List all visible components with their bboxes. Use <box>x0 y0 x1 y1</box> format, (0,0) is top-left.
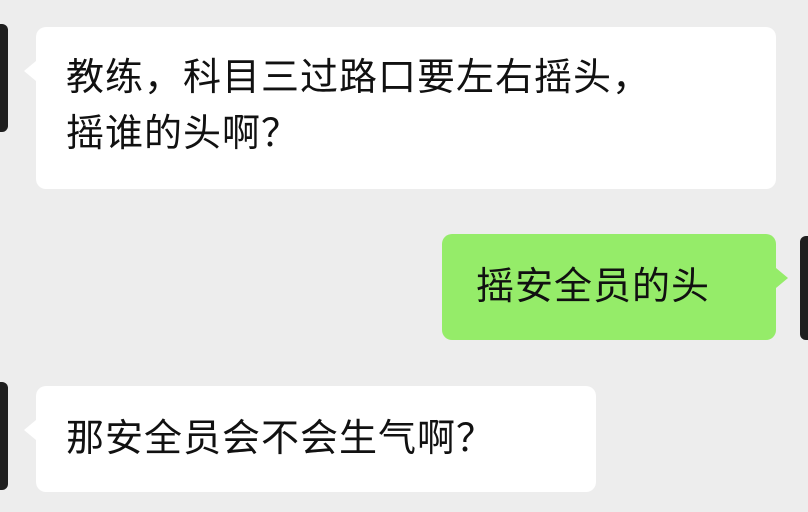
contact-avatar[interactable] <box>0 382 8 490</box>
self-avatar[interactable] <box>800 236 808 340</box>
message-text-line: 摇谁的头啊？ <box>66 111 301 155</box>
outgoing-message-bubble[interactable]: 摇安全员的头 <box>442 234 788 340</box>
message-text-line: 那安全员会不会生气啊？ <box>66 416 496 460</box>
incoming-message-bubble[interactable]: 那安全员会不会生气啊？ <box>24 386 596 492</box>
incoming-message-bubble[interactable]: 教练，科目三过路口要左右摇头， 摇谁的头啊？ <box>24 27 776 189</box>
message-text-line: 摇安全员的头 <box>476 264 711 308</box>
message-text-line: 教练，科目三过路口要左右摇头， <box>66 55 652 99</box>
contact-avatar[interactable] <box>0 24 8 132</box>
